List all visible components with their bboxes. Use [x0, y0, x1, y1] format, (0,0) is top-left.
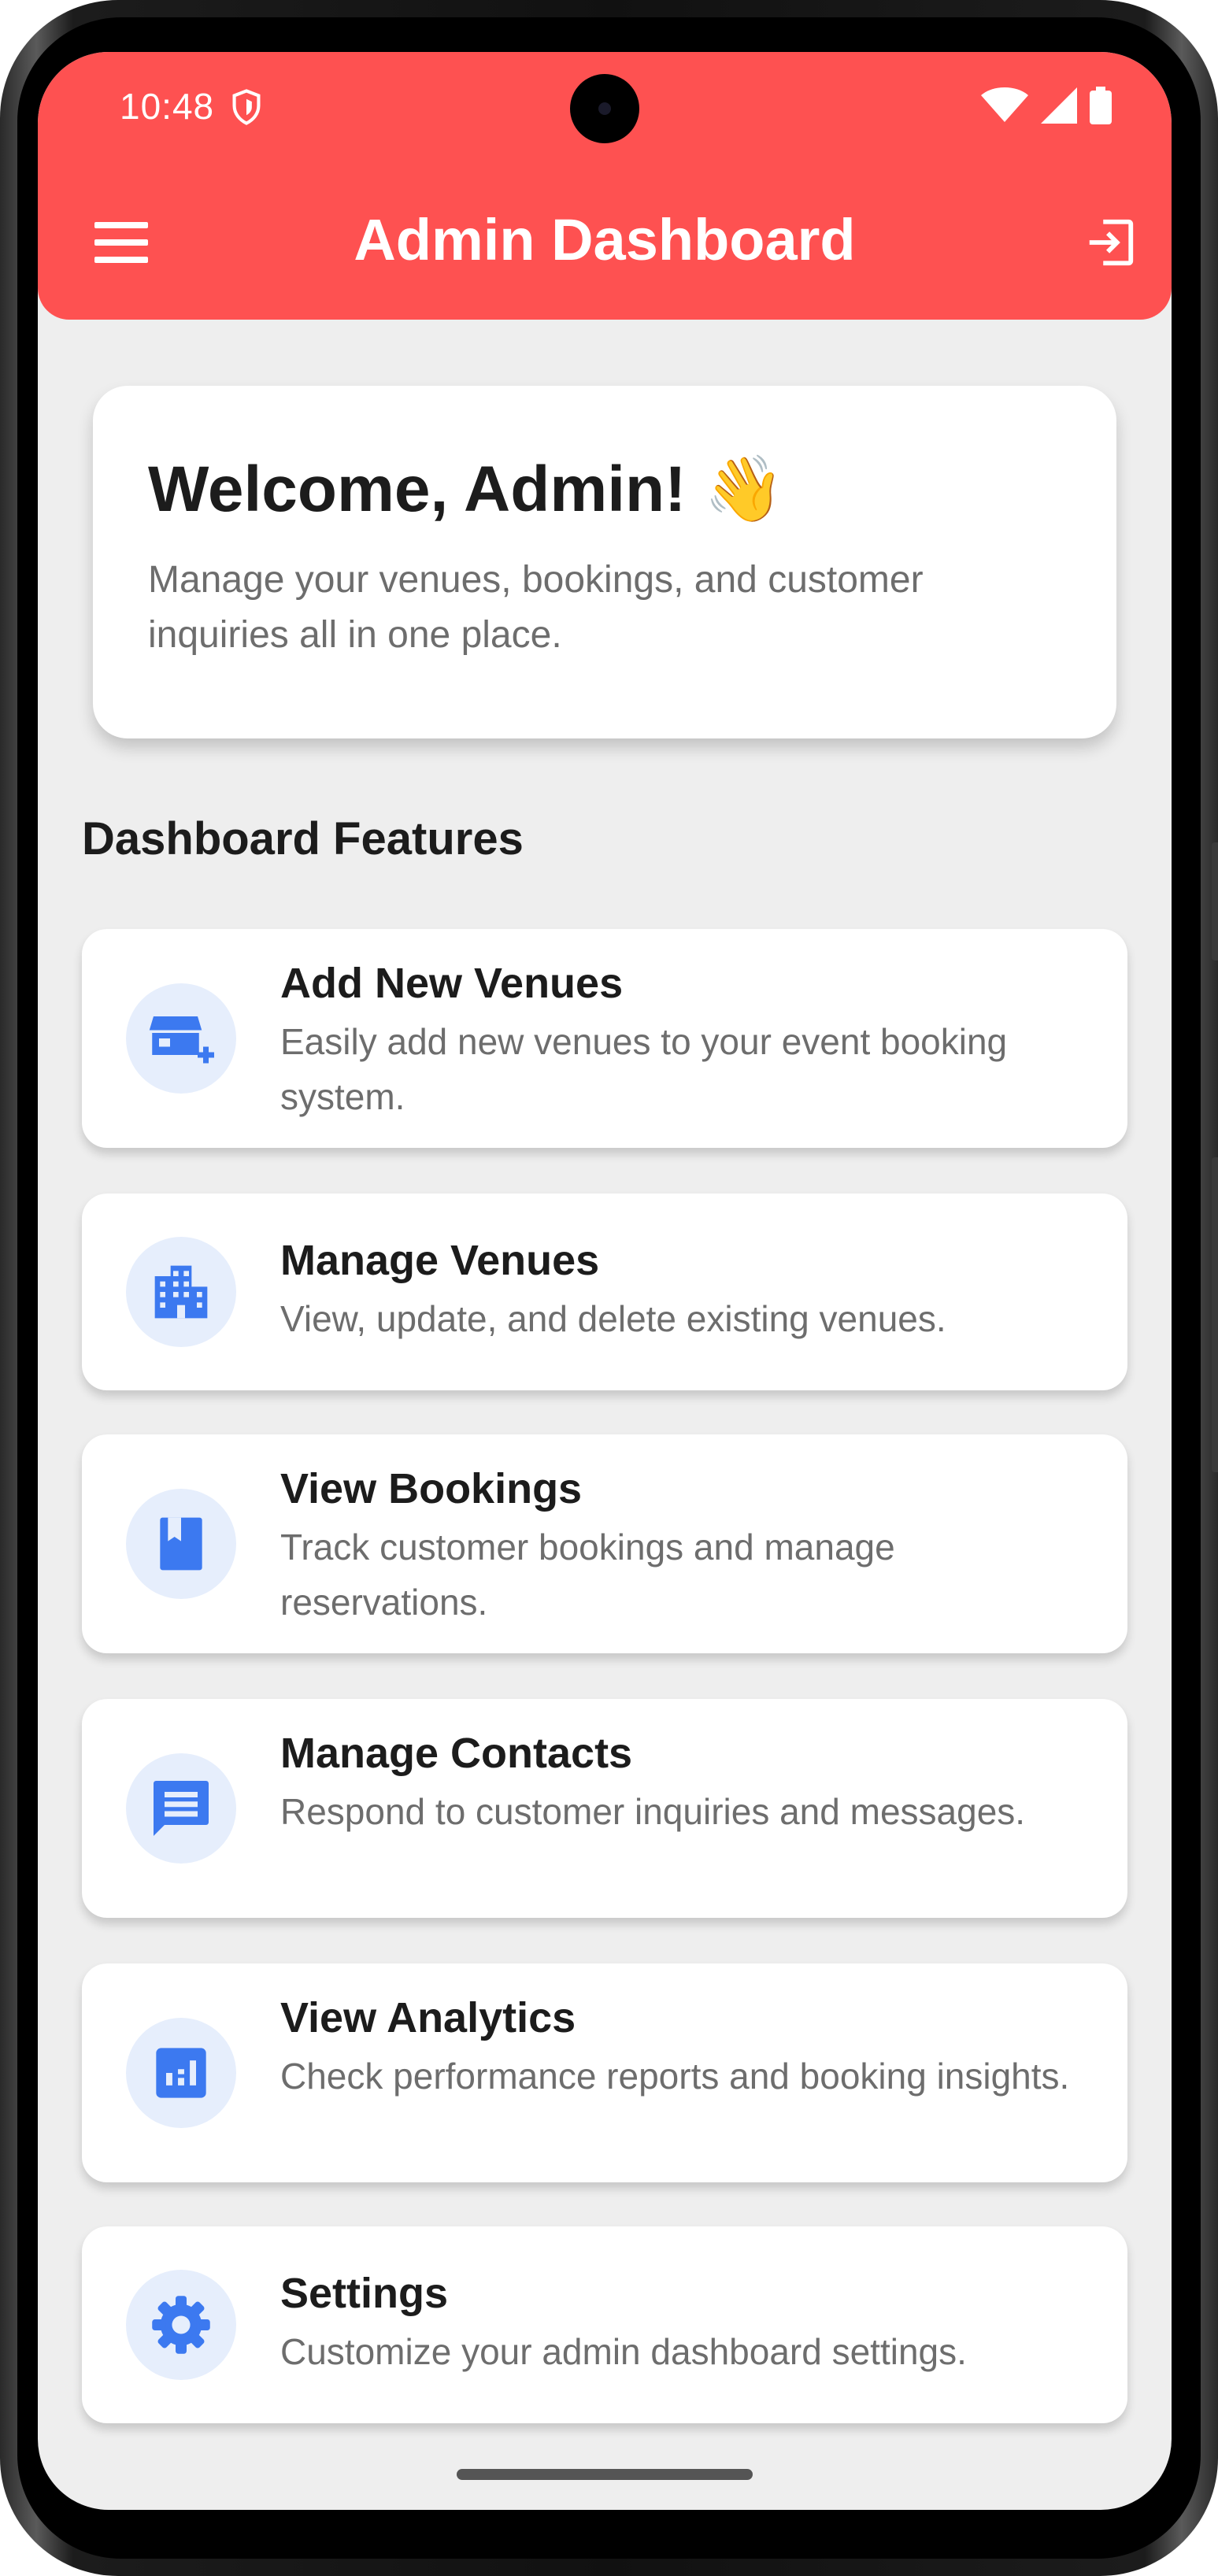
cellular-signal-icon — [1041, 87, 1077, 128]
feature-title: Manage Venues — [280, 1237, 600, 1284]
feature-description: Check performance reports and booking in… — [280, 2056, 1070, 2097]
welcome-card: Welcome, Admin! 👋 Manage your venues, bo… — [93, 386, 1116, 738]
feature-title: View Bookings — [280, 1465, 583, 1512]
apartment-icon — [126, 1237, 236, 1347]
feature-card-add-venues[interactable]: Add New Venues Easily add new venues to … — [82, 929, 1127, 1148]
feature-card-view-bookings[interactable]: View Bookings Track customer bookings an… — [82, 1434, 1127, 1653]
home-indicator[interactable] — [457, 2469, 753, 2480]
status-time: 10:48 — [120, 86, 215, 127]
feature-title: View Analytics — [280, 1994, 576, 2041]
wifi-icon — [981, 87, 1028, 128]
analytics-icon — [126, 2018, 236, 2128]
page-title: Admin Dashboard — [354, 207, 856, 272]
feature-description: View, update, and delete existing venues… — [280, 1298, 946, 1339]
add-business-icon — [126, 983, 236, 1094]
feature-title: Manage Contacts — [280, 1730, 633, 1777]
feature-card-view-analytics[interactable]: View Analytics Check performance reports… — [82, 1963, 1127, 2182]
feature-title: Add New Venues — [280, 960, 624, 1007]
power-button — [1212, 1157, 1218, 1472]
message-icon — [126, 1753, 236, 1864]
feature-description: Track customer bookings and manage reser… — [280, 1527, 895, 1623]
welcome-heading: Welcome, Admin! 👋 — [148, 453, 785, 525]
section-title: Dashboard Features — [82, 813, 524, 864]
feature-title: Settings — [280, 2270, 449, 2317]
status-icons — [981, 87, 1112, 128]
settings-icon — [126, 2270, 236, 2380]
feature-description: Respond to customer inquiries and messag… — [280, 1791, 1026, 1832]
volume-button — [1212, 842, 1218, 960]
welcome-text: Manage your venues, bookings, and custom… — [148, 559, 924, 656]
book-icon — [126, 1489, 236, 1599]
feature-card-manage-venues[interactable]: Manage Venues View, update, and delete e… — [82, 1194, 1127, 1390]
app-bar: 10:48 Admin Dashboard — [38, 52, 1172, 320]
shield-icon — [230, 88, 263, 130]
feature-card-settings[interactable]: Settings Customize your admin dashboard … — [82, 2226, 1127, 2423]
screen: 10:48 Admin Dashboard Welcome, Admin! 👋 … — [38, 52, 1172, 2510]
feature-description: Easily add new venues to your event book… — [280, 1021, 1008, 1117]
battery-icon — [1090, 87, 1112, 128]
logout-icon — [1083, 215, 1138, 274]
front-camera — [570, 74, 639, 143]
phone-frame: 10:48 Admin Dashboard Welcome, Admin! 👋 … — [0, 0, 1218, 2576]
feature-card-manage-contacts[interactable]: Manage Contacts Respond to customer inqu… — [82, 1699, 1127, 1918]
logout-button[interactable] — [1072, 206, 1148, 282]
feature-description: Customize your admin dashboard settings. — [280, 2331, 967, 2372]
